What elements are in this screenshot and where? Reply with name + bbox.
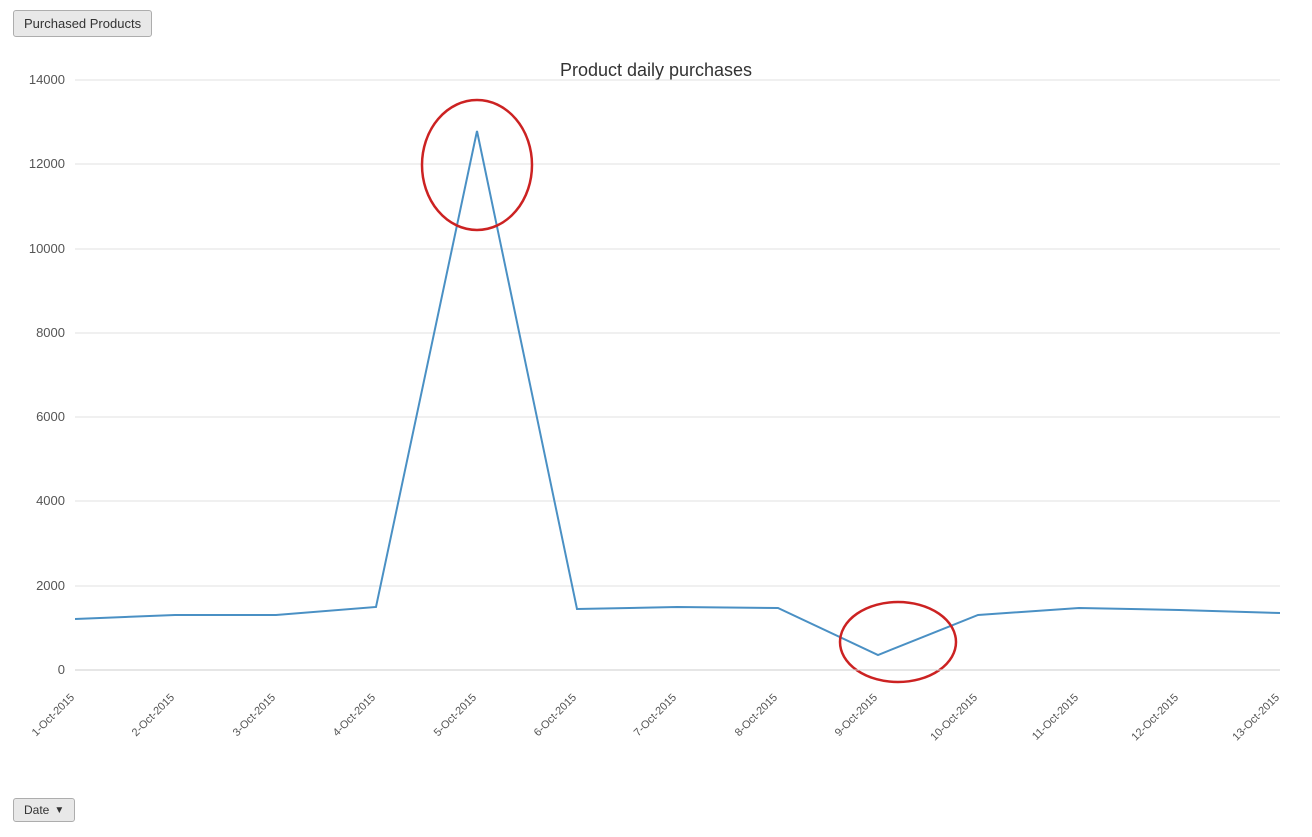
- x-label-4: 5-Oct-2015: [432, 692, 479, 739]
- x-label-1: 2-Oct-2015: [130, 692, 177, 739]
- x-label-11: 12-Oct-2015: [1129, 692, 1181, 744]
- y-label-8000: 8000: [36, 325, 65, 340]
- purchased-products-button[interactable]: Purchased Products: [13, 10, 152, 37]
- y-label-14000: 14000: [29, 72, 65, 87]
- y-label-6000: 6000: [36, 409, 65, 424]
- y-label-12000: 12000: [29, 156, 65, 171]
- chart-line: [75, 131, 1280, 655]
- x-label-5: 6-Oct-2015: [532, 692, 579, 739]
- y-label-2000: 2000: [36, 578, 65, 593]
- x-label-9: 10-Oct-2015: [928, 692, 980, 744]
- annotation-circle-peak: [422, 100, 532, 230]
- x-label-6: 7-Oct-2015: [632, 692, 679, 739]
- y-label-10000: 10000: [29, 241, 65, 256]
- dropdown-arrow-icon: ▼: [54, 805, 64, 816]
- page-container: Purchased Products Product daily purchas…: [0, 0, 1312, 837]
- y-label-4000: 4000: [36, 493, 65, 508]
- date-dropdown-button[interactable]: Date ▼: [13, 798, 75, 822]
- x-label-3: 4-Oct-2015: [331, 692, 378, 739]
- x-label-7: 8-Oct-2015: [733, 692, 780, 739]
- x-label-0: 1-Oct-2015: [30, 692, 77, 739]
- x-label-10: 11-Oct-2015: [1030, 692, 1081, 743]
- x-label-12: 13-Oct-2015: [1230, 692, 1282, 744]
- y-label-0: 0: [58, 662, 65, 677]
- line-chart: 0 2000 4000 6000 8000 10000 12000 14000 …: [0, 50, 1312, 800]
- x-label-8: 9-Oct-2015: [833, 692, 880, 739]
- date-button-label: Date: [24, 803, 49, 817]
- x-label-2: 3-Oct-2015: [231, 692, 278, 739]
- bottom-controls: Date ▼: [13, 798, 75, 822]
